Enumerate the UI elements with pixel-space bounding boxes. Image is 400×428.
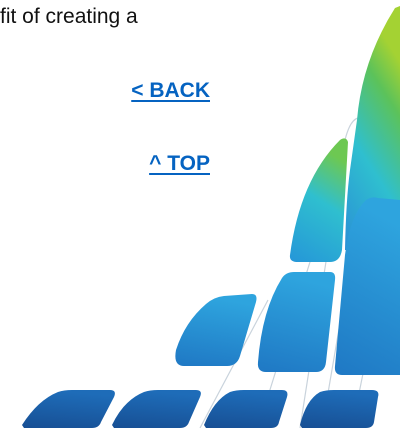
document-page: fit of creating a < BACK ^ TOP — [0, 0, 400, 428]
paragraph-fragment: fit of creating a — [0, 5, 138, 28]
top-link[interactable]: ^ TOP — [149, 151, 210, 177]
diagonal-bars-graphic — [22, 6, 400, 428]
back-link[interactable]: < BACK — [131, 78, 210, 104]
